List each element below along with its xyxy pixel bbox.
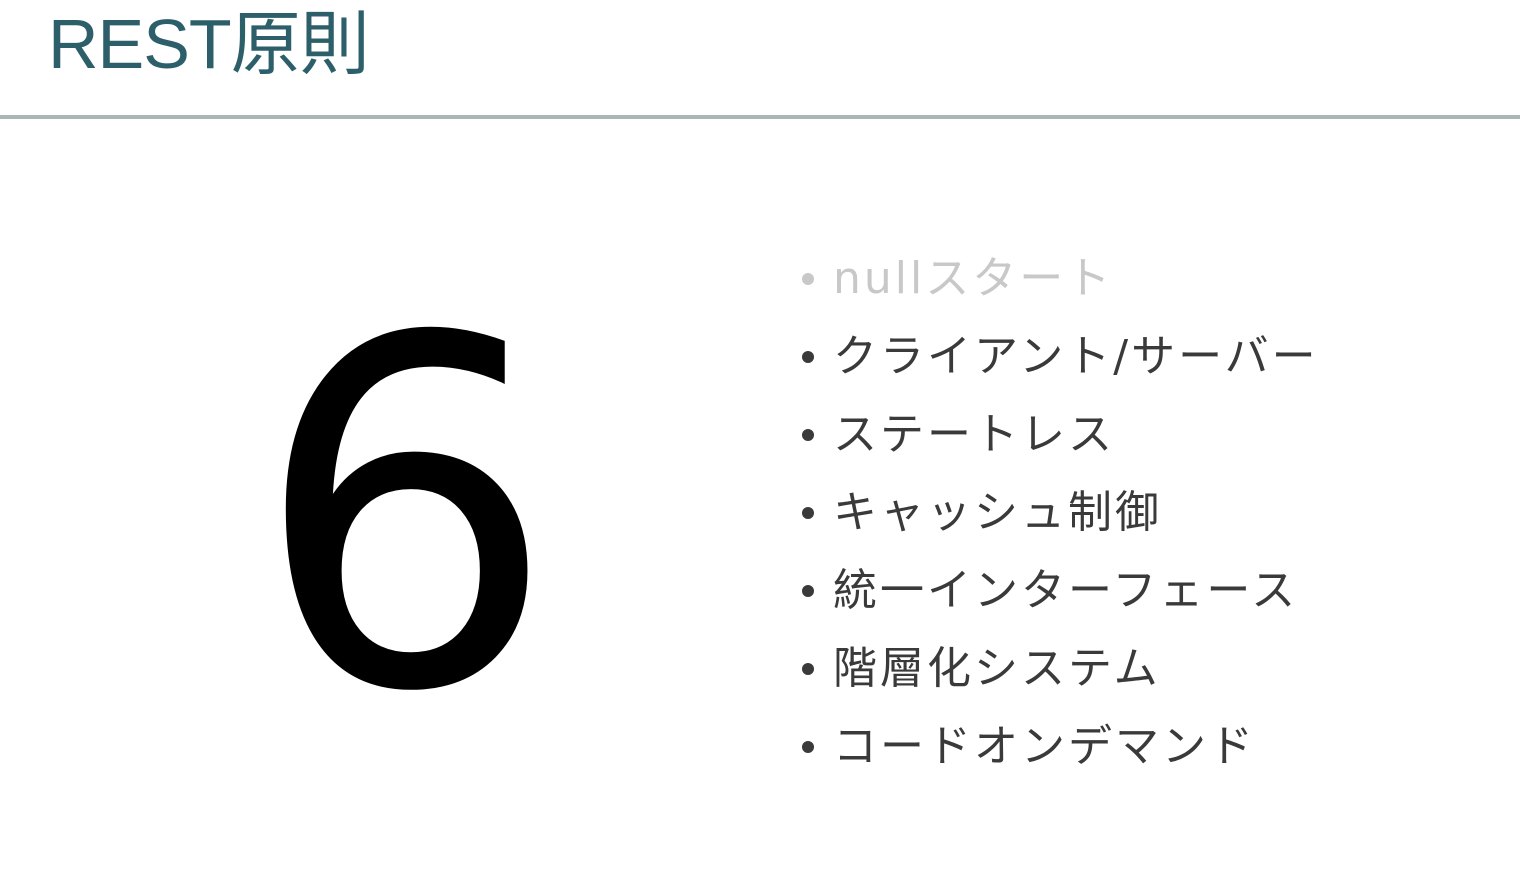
list-item-layered-system: 階層化システム: [798, 630, 1319, 708]
list-item-label: 統一インターフェース: [833, 565, 1299, 616]
bullet-icon: [802, 741, 814, 753]
list-item-label: クライアント/サーバー: [833, 331, 1319, 382]
slide-title: REST原則: [48, 5, 370, 83]
list-item-label: nullスタート: [833, 253, 1114, 304]
title-divider: [0, 115, 1520, 119]
bullet-icon: [802, 585, 814, 597]
list-item-label: コードオンデマンド: [833, 721, 1256, 772]
list-item-cache: キャッシュ制御: [798, 474, 1319, 552]
list-item-label: キャッシュ制御: [833, 487, 1162, 538]
list-item-label: 階層化システム: [833, 643, 1161, 694]
slide: REST原則 6 nullスタート クライアント/サーバー ステートレス キャッ…: [0, 0, 1520, 882]
list-item-code-on-demand: コードオンデマンド: [798, 708, 1319, 786]
bullet-icon: [802, 663, 814, 675]
list-item-null-start: nullスタート: [798, 240, 1319, 318]
principle-list: nullスタート クライアント/サーバー ステートレス キャッシュ制御 統一イン…: [798, 240, 1319, 786]
principle-count: 6: [252, 238, 558, 797]
list-item-label: ステートレス: [833, 409, 1115, 460]
bullet-icon: [802, 351, 814, 363]
bullet-icon: [802, 273, 814, 285]
list-item-client-server: クライアント/サーバー: [798, 318, 1319, 396]
list-item-uniform-interface: 統一インターフェース: [798, 552, 1319, 630]
list-item-stateless: ステートレス: [798, 396, 1319, 474]
bullet-icon: [802, 429, 814, 441]
bullet-icon: [802, 507, 814, 519]
